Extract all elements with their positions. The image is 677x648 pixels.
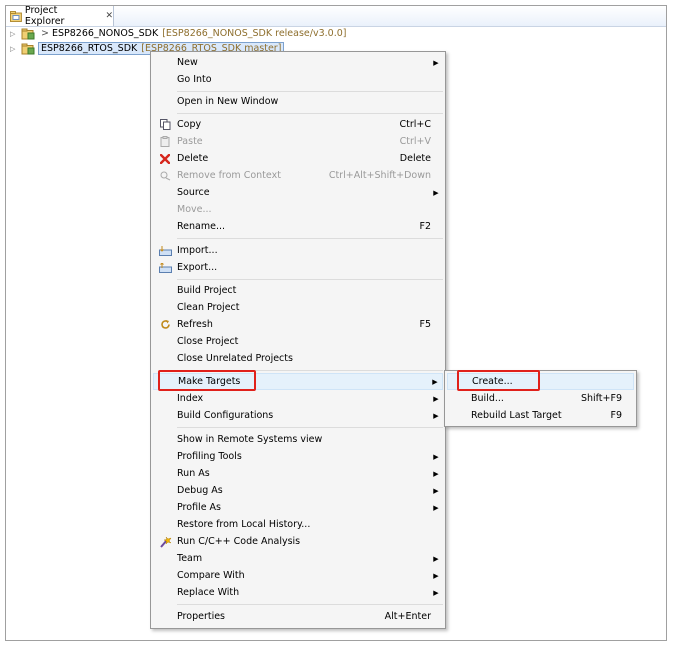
menu-item-build-configurations[interactable]: Build Configurations ▶ (153, 407, 443, 424)
menu-accelerator: Shift+F9 (580, 393, 622, 404)
expand-arrow-icon[interactable]: ▷ (10, 30, 18, 38)
menu-separator (177, 604, 443, 605)
submenu-arrow-icon: ▶ (433, 188, 439, 197)
submenu-arrow-icon: ▶ (432, 377, 438, 386)
menu-separator (177, 91, 443, 92)
menu-item-clean-project[interactable]: Clean Project (153, 299, 443, 316)
tab-project-explorer[interactable]: Project Explorer ✕ (6, 5, 114, 27)
menu-item-restore-local-history[interactable]: Restore from Local History... (153, 516, 443, 533)
menu-separator (177, 370, 443, 371)
menu-item-debug-as[interactable]: Debug As ▶ (153, 482, 443, 499)
submenu-arrow-icon: ▶ (433, 452, 439, 461)
import-icon (158, 245, 172, 256)
menu-item-move: Move... (177, 204, 212, 215)
menu-accelerator: F5 (419, 319, 431, 330)
copy-icon (159, 119, 170, 130)
menu-item-make-targets[interactable]: Make Targets ▶ (153, 373, 443, 390)
tab-title: Project Explorer (24, 5, 65, 27)
menu-item-build-project[interactable]: Build Project (153, 282, 443, 299)
menu-item-properties[interactable]: Properties Alt+Enter (153, 608, 443, 625)
view-tab-strip: Project Explorer ✕ (6, 5, 666, 27)
submenu-arrow-icon: ▶ (433, 503, 439, 512)
menu-item-delete[interactable]: Delete Delete (153, 150, 443, 167)
submenu-arrow-icon: ▶ (433, 58, 439, 67)
submenu-arrow-icon: ▶ (433, 411, 439, 420)
menu-item-import[interactable]: Import... (153, 242, 443, 259)
menu-accelerator: Ctrl+C (399, 119, 432, 130)
project-name: ESP8266_RTOS_SDK (41, 43, 138, 54)
project-folder-icon (21, 28, 35, 39)
delete-icon (160, 153, 170, 164)
menu-accelerator: F2 (419, 221, 431, 232)
paste-icon (160, 136, 169, 147)
project-explorer-icon (10, 10, 22, 22)
menu-item-profile-as[interactable]: Profile As ▶ (153, 499, 443, 516)
menu-item-export[interactable]: Export... (153, 259, 443, 276)
menu-item-run-as[interactable]: Run As ▶ (153, 465, 443, 482)
menu-item-go-into[interactable]: Go Into (153, 71, 443, 88)
menu-item-new[interactable]: New ▶ (153, 54, 443, 71)
menu-item-replace-with[interactable]: Replace With ▶ (153, 584, 443, 601)
submenu-arrow-icon: ▶ (433, 486, 439, 495)
dirty-marker: > (41, 28, 49, 39)
close-icon[interactable]: ✕ (105, 11, 113, 21)
menu-item-rename[interactable]: Rename... F2 (153, 218, 443, 235)
submenu-item-rebuild-last-target[interactable]: Rebuild Last Target F9 (447, 407, 634, 424)
menu-item-copy[interactable]: Copy Ctrl+C (153, 116, 443, 133)
menu-item-show-remote-systems[interactable]: Show in Remote Systems view (153, 431, 443, 448)
export-icon (158, 262, 172, 273)
make-targets-submenu: Create... Build... Shift+F9 Rebuild Last … (444, 370, 637, 427)
remove-context-icon (160, 171, 170, 180)
menu-item-close-unrelated-projects[interactable]: Close Unrelated Projects (153, 350, 443, 367)
menu-separator (177, 113, 443, 114)
menu-item-index[interactable]: Index ▶ (153, 390, 443, 407)
menu-accelerator: Ctrl+V (399, 136, 431, 147)
submenu-arrow-icon: ▶ (433, 394, 439, 403)
menu-item-refresh[interactable]: Refresh F5 (153, 316, 443, 333)
tree-item-nonos-sdk[interactable]: ▷ > ESP8266_NONOS_SDK [ESP8266_NONOS_SDK… (10, 26, 349, 41)
code-analysis-icon (159, 536, 172, 548)
menu-item-source[interactable]: Source ▶ (153, 184, 443, 201)
menu-item-paste: Paste Ctrl+V (153, 133, 443, 150)
submenu-arrow-icon: ▶ (433, 554, 439, 563)
submenu-arrow-icon: ▶ (433, 571, 439, 580)
submenu-item-create[interactable]: Create... (447, 373, 634, 390)
project-name: ESP8266_NONOS_SDK (51, 28, 159, 39)
menu-accelerator: F9 (610, 410, 622, 421)
menu-item-remove-from-context: Remove from Context Ctrl+Alt+Shift+Down (153, 167, 443, 184)
menu-accelerator: Alt+Enter (384, 611, 431, 622)
menu-accelerator: Delete (399, 153, 431, 164)
submenu-item-build[interactable]: Build... Shift+F9 (447, 390, 634, 407)
menu-item-compare-with[interactable]: Compare With ▶ (153, 567, 443, 584)
repo-branch-label: [ESP8266_NONOS_SDK release/v3.0.0] (162, 28, 347, 39)
menu-separator (177, 279, 443, 280)
refresh-icon (160, 320, 170, 329)
submenu-arrow-icon: ▶ (433, 588, 439, 597)
menu-accelerator: Ctrl+Alt+Shift+Down (328, 170, 431, 181)
menu-item-open-new-window[interactable]: Open in New Window (153, 93, 443, 110)
menu-item-run-code-analysis[interactable]: Run C/C++ Code Analysis (153, 533, 443, 550)
submenu-arrow-icon: ▶ (433, 469, 439, 478)
context-menu: New ▶ Go Into Open in New Window Copy Ctrl… (150, 51, 446, 629)
project-folder-icon (21, 43, 35, 54)
menu-separator (177, 238, 443, 239)
menu-item-profiling-tools[interactable]: Profiling Tools ▶ (153, 448, 443, 465)
menu-separator (177, 427, 443, 428)
menu-item-team[interactable]: Team ▶ (153, 550, 443, 567)
expand-arrow-icon[interactable]: ▷ (10, 45, 18, 53)
menu-item-close-project[interactable]: Close Project (153, 333, 443, 350)
